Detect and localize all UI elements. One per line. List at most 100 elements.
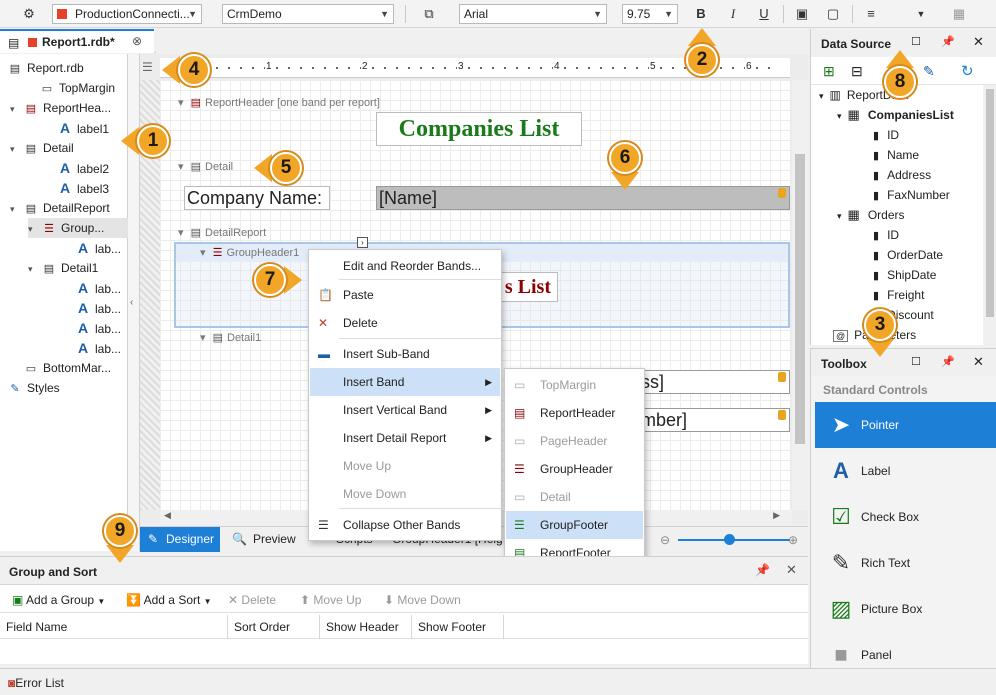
align-left-icon[interactable]: ≡ xyxy=(862,5,880,23)
tree-item[interactable]: ▾▤ Report.rdb xyxy=(0,58,128,78)
move-up-button[interactable]: ⬆ Move Up xyxy=(300,587,361,613)
italic-button[interactable]: I xyxy=(724,5,742,23)
underline-button[interactable]: U xyxy=(755,5,773,23)
chevron-down-icon[interactable]: ▼ xyxy=(912,5,930,23)
ds-item[interactable]: ▮ ID xyxy=(873,125,899,145)
tab-preview[interactable]: 🔍 Preview xyxy=(232,527,296,552)
toolbox-item[interactable]: ■ Panel xyxy=(815,632,996,668)
tree-item[interactable]: Alab... xyxy=(62,238,128,258)
tree-item[interactable]: Alab... xyxy=(62,298,128,318)
faxnumber-field[interactable]: mber] xyxy=(640,408,790,432)
copy-format-icon[interactable]: ⧉ xyxy=(420,5,438,23)
menu-item[interactable]: Move Down xyxy=(310,480,500,508)
band-report-header[interactable]: ▾ ▤ ReportHeader [one band per report] xyxy=(178,94,380,112)
smart-tag-icon[interactable]: › xyxy=(357,237,368,248)
maximize-icon[interactable]: ☐ xyxy=(911,355,921,368)
add-sort-button[interactable]: ⏬ Add a Sort ▼ xyxy=(126,587,212,613)
send-to-back-icon[interactable]: ▢ xyxy=(824,5,842,23)
database-combo[interactable]: CrmDemo ▼ xyxy=(222,4,394,24)
chevron-down-icon[interactable]: ▾ xyxy=(10,99,24,119)
menu-item[interactable]: Insert Vertical Band ▶ xyxy=(310,396,500,424)
ds-item[interactable]: ▮ Freight xyxy=(873,285,924,305)
font-combo[interactable]: Arial ▼ xyxy=(459,4,607,24)
add-table-icon[interactable]: ⊞ xyxy=(823,63,835,80)
band-detail1[interactable]: ▾ ▤ Detail1 xyxy=(200,329,261,347)
delete-button[interactable]: ✕ Delete xyxy=(228,587,276,613)
company-name-label[interactable]: Company Name: xyxy=(184,186,330,210)
menu-item[interactable]: Insert Detail Report ▶ xyxy=(310,424,500,452)
toolbox-item[interactable]: A Label xyxy=(815,448,996,494)
toolbox-item[interactable]: ▨ Picture Box xyxy=(815,586,996,632)
ds-item[interactable]: ▮ ShipDate xyxy=(873,265,936,285)
band-group-header[interactable]: ▾ ☰ GroupHeader1 xyxy=(200,244,299,262)
close-icon[interactable]: ✕ xyxy=(973,354,984,370)
tree-item[interactable]: Alab... xyxy=(62,278,128,298)
chevron-down-icon[interactable]: ▾ xyxy=(10,199,24,219)
ds-item[interactable]: ▾ ▦ CompaniesList xyxy=(837,105,954,125)
submenu-item[interactable]: ☰ GroupFooter xyxy=(506,511,643,539)
vertical-scrollbar[interactable] xyxy=(792,80,808,510)
ds-item[interactable]: ▮ FaxNumber xyxy=(873,185,950,205)
menu-item[interactable]: ☰ Collapse Other Bands xyxy=(310,511,500,539)
tree-item[interactable]: ✎ Styles xyxy=(0,378,128,398)
menu-item[interactable]: Insert Band ▶ xyxy=(310,368,500,396)
band-detail[interactable]: ▾ ▤ Detail xyxy=(178,158,233,176)
address-field[interactable]: ss] xyxy=(640,370,790,394)
ds-item[interactable]: ▮ ID xyxy=(873,225,899,245)
submenu-item[interactable]: ☰ GroupHeader xyxy=(506,455,643,483)
move-down-button[interactable]: ⬇ Move Down xyxy=(384,587,461,613)
tree-item[interactable]: Alabel3 xyxy=(44,178,128,198)
pin-icon[interactable]: 📌 xyxy=(941,355,955,368)
connection-combo[interactable]: ProductionConnecti... ▼ xyxy=(52,4,202,24)
title-label[interactable]: Companies List xyxy=(376,112,582,146)
menu-item[interactable]: Move Up xyxy=(310,452,500,480)
pin-icon[interactable]: 📌 xyxy=(755,563,770,577)
add-group-button[interactable]: ▣ Add a Group ▼ xyxy=(12,587,105,613)
pin-icon[interactable]: 📌 xyxy=(941,35,955,48)
menu-item[interactable]: 📋 Paste xyxy=(310,281,500,309)
refresh-icon[interactable]: ↻ xyxy=(961,62,974,80)
ds-item[interactable]: ▮ Name xyxy=(873,145,919,165)
scroll-right-icon[interactable]: ▶ xyxy=(773,510,780,521)
menu-item[interactable]: Edit and Reorder Bands... xyxy=(310,252,500,280)
document-tab[interactable]: ▤ Report1.rdb* ⊗ xyxy=(0,29,154,53)
bring-to-front-icon[interactable]: ▣ xyxy=(793,5,811,23)
menu-item[interactable]: ▬ Insert Sub-Band xyxy=(310,340,500,368)
chevron-down-icon[interactable]: ▾ xyxy=(0,59,8,79)
tree-item[interactable]: Alabel1 xyxy=(44,118,128,138)
close-icon[interactable]: ✕ xyxy=(786,562,797,578)
column-header[interactable]: Field Name xyxy=(0,615,228,639)
chevron-down-icon[interactable]: ▾ xyxy=(28,259,42,279)
edit-icon[interactable]: ✎ xyxy=(923,63,935,80)
chevron-down-icon[interactable]: ▾ xyxy=(28,219,42,239)
tree-item[interactable]: Alab... xyxy=(62,318,128,338)
tree-item[interactable]: ▾ ▤ ReportHea... xyxy=(10,98,128,118)
error-list-tab[interactable]: ◙Error List xyxy=(8,675,64,691)
submenu-item[interactable]: ▭ PageHeader xyxy=(506,427,643,455)
column-header[interactable]: Show Footer xyxy=(412,615,504,639)
menu-icon[interactable]: ☰ xyxy=(142,60,158,76)
band-detail-report[interactable]: ▾ ▤ DetailReport xyxy=(178,224,266,242)
font-size-combo[interactable]: 9.75 ▼ xyxy=(622,4,678,24)
close-icon[interactable]: ✕ xyxy=(973,34,984,50)
layout-icon[interactable]: ▦ xyxy=(950,5,968,23)
tab-designer[interactable]: ✎ Designer xyxy=(140,527,220,552)
menu-item[interactable]: ✕ Delete xyxy=(310,309,500,337)
column-header[interactable]: Show Header xyxy=(320,615,412,639)
tree-item[interactable]: ▾ ☰ Group... xyxy=(28,218,128,238)
maximize-icon[interactable]: ☐ xyxy=(911,35,921,48)
name-field[interactable]: [Name] xyxy=(376,186,790,210)
scroll-left-icon[interactable]: ◀ xyxy=(164,510,171,521)
zoom-out-icon[interactable]: ⊖ xyxy=(660,533,670,547)
add-sql-icon[interactable]: ⊟ xyxy=(851,63,863,80)
submenu-item[interactable]: ▭ Detail xyxy=(506,483,643,511)
tree-item[interactable]: ▭ TopMargin xyxy=(26,78,128,98)
zoom-slider-thumb[interactable] xyxy=(724,534,735,545)
ds-item[interactable]: ▮ Address xyxy=(873,165,931,185)
tree-item[interactable]: ▭ BottomMar... xyxy=(10,358,128,378)
toolbox-item[interactable]: ➤ Pointer xyxy=(815,402,996,448)
ds-item[interactable]: ▾ ▦ Orders xyxy=(837,205,905,225)
data-source-wizard-icon[interactable]: ⚙ xyxy=(20,5,38,23)
scrollbar-thumb[interactable] xyxy=(986,89,994,317)
ds-item[interactable]: ▮ OrderDate xyxy=(873,245,943,265)
